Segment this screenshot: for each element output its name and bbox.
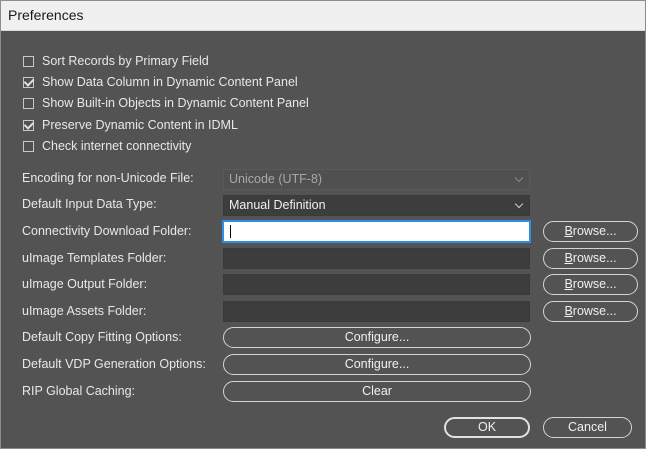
checkbox-internet-connectivity[interactable]: Check internet connectivity <box>23 137 191 155</box>
chevron-down-icon <box>514 173 524 183</box>
cancel-button[interactable]: Cancel <box>543 417 632 438</box>
browse-assets-button[interactable]: Browse... <box>543 301 638 322</box>
checkbox-label: Check internet connectivity <box>42 139 192 153</box>
checkbox-label: Show Built-in Objects in Dynamic Content… <box>42 96 309 110</box>
dialog-content: Sort Records by Primary Field Show Data … <box>1 31 645 448</box>
checkbox-label: Sort Records by Primary Field <box>42 54 209 68</box>
templates-folder-label: uImage Templates Folder: <box>22 251 167 265</box>
browse-output-button[interactable]: Browse... <box>543 274 638 295</box>
preferences-dialog: Preferences Sort Records by Primary Fiel… <box>0 0 646 449</box>
checkbox-preserve-idml[interactable]: Preserve Dynamic Content in IDML <box>23 116 238 134</box>
ok-button[interactable]: OK <box>444 417 530 438</box>
checkbox-box[interactable] <box>23 140 34 152</box>
templates-folder-input[interactable] <box>223 248 530 269</box>
checkbox-box[interactable] <box>23 76 34 88</box>
browse-label: rowse... <box>572 277 617 291</box>
connectivity-folder-input[interactable] <box>223 221 530 242</box>
vdp-label: Default VDP Generation Options: <box>22 357 206 371</box>
connectivity-folder-label: Connectivity Download Folder: <box>22 224 192 238</box>
configure-copy-fitting-button[interactable]: Configure... <box>223 327 531 348</box>
checkbox-label: Show Data Column in Dynamic Content Pane… <box>42 75 298 89</box>
checkbox-box[interactable] <box>23 55 34 67</box>
cancel-label: Cancel <box>568 420 607 434</box>
browse-templates-button[interactable]: Browse... <box>543 248 638 269</box>
encoding-value: Unicode (UTF-8) <box>229 172 323 186</box>
ok-label: OK <box>477 420 497 434</box>
checkbox-box[interactable] <box>23 97 34 109</box>
clear-cache-button[interactable]: Clear <box>223 381 531 402</box>
output-folder-label: uImage Output Folder: <box>22 277 148 291</box>
browse-mnemonic: B <box>564 251 573 265</box>
browse-mnemonic: B <box>564 304 573 318</box>
rip-caching-label: RIP Global Caching: <box>22 384 136 398</box>
input-type-select[interactable]: Manual Definition <box>223 195 530 216</box>
assets-folder-input[interactable] <box>223 301 530 322</box>
copy-fitting-label: Default Copy Fitting Options: <box>22 330 182 344</box>
input-type-label: Default Input Data Type: <box>22 197 157 211</box>
browse-mnemonic: B <box>564 277 573 291</box>
browse-label: rowse... <box>572 251 617 265</box>
configure-vdp-label: Configure... <box>344 357 410 371</box>
text-caret <box>230 225 231 238</box>
clear-cache-label: Clear <box>362 384 392 398</box>
browse-connectivity-button[interactable]: Browse... <box>543 221 638 242</box>
checkbox-show-data-column[interactable]: Show Data Column in Dynamic Content Pane… <box>23 73 298 91</box>
encoding-label: Encoding for non-Unicode File: <box>22 171 194 185</box>
checkbox-show-builtin-objects[interactable]: Show Built-in Objects in Dynamic Content… <box>23 94 309 112</box>
output-folder-input[interactable] <box>223 274 530 295</box>
assets-folder-label: uImage Assets Folder: <box>22 304 147 318</box>
encoding-select: Unicode (UTF-8) <box>223 169 530 190</box>
chevron-down-icon <box>514 199 524 209</box>
browse-label: rowse... <box>572 304 617 318</box>
browse-mnemonic: B <box>564 224 573 238</box>
checkbox-box[interactable] <box>23 119 34 131</box>
configure-copy-fitting-label: Configure... <box>344 330 410 344</box>
window-title: Preferences <box>8 7 84 23</box>
checkbox-label: Preserve Dynamic Content in IDML <box>42 118 238 132</box>
input-type-value: Manual Definition <box>229 198 326 212</box>
title-bar[interactable]: Preferences <box>1 1 645 31</box>
browse-label: rowse... <box>572 224 617 238</box>
checkbox-sort-records[interactable]: Sort Records by Primary Field <box>23 52 209 70</box>
configure-vdp-button[interactable]: Configure... <box>223 354 531 375</box>
